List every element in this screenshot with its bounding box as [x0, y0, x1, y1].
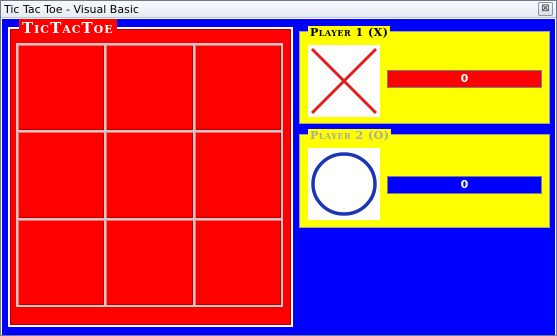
board-cell-r3c2[interactable]	[106, 219, 193, 305]
x-mark-icon	[310, 47, 378, 115]
board-cell-r2c1[interactable]	[18, 132, 105, 218]
game-board	[16, 43, 283, 307]
player-2-score-bar: 0	[387, 176, 542, 194]
player-2-panel: Player 2 (O) 0	[299, 129, 550, 228]
close-button[interactable]: ⊠	[538, 2, 553, 16]
board-cell-r1c2[interactable]	[106, 45, 193, 131]
player-1-panel: Player 1 (X) 0	[299, 26, 550, 124]
board-cell-r2c2[interactable]	[106, 132, 193, 218]
board-cell-r1c1[interactable]	[18, 45, 105, 131]
board-cell-r1c3[interactable]	[194, 45, 281, 131]
board-frame: TicTacToe	[8, 19, 293, 327]
player-2-label: Player 2 (O)	[308, 129, 392, 142]
board-cell-r3c3[interactable]	[194, 219, 281, 305]
player-2-avatar	[308, 148, 380, 220]
app-window: Tic Tac Toe - Visual Basic ⊠ TicTacToe P…	[0, 0, 557, 336]
player-2-score: 0	[460, 178, 469, 191]
window-title: Tic Tac Toe - Visual Basic	[4, 3, 139, 16]
board-cell-r3c1[interactable]	[18, 219, 105, 305]
game-area: TicTacToe Player 1 (X) 0 Player 2 (O) 0	[2, 19, 555, 335]
board-cell-r2c3[interactable]	[194, 132, 281, 218]
player-1-label: Player 1 (X)	[308, 26, 391, 39]
close-icon: ⊠	[541, 3, 550, 14]
board-title: TicTacToe	[19, 19, 117, 37]
player-1-score: 0	[460, 72, 469, 85]
player-1-avatar	[308, 45, 380, 117]
title-bar[interactable]: Tic Tac Toe - Visual Basic ⊠	[1, 1, 556, 18]
player-1-score-bar: 0	[387, 70, 542, 88]
o-mark-icon	[311, 152, 377, 216]
